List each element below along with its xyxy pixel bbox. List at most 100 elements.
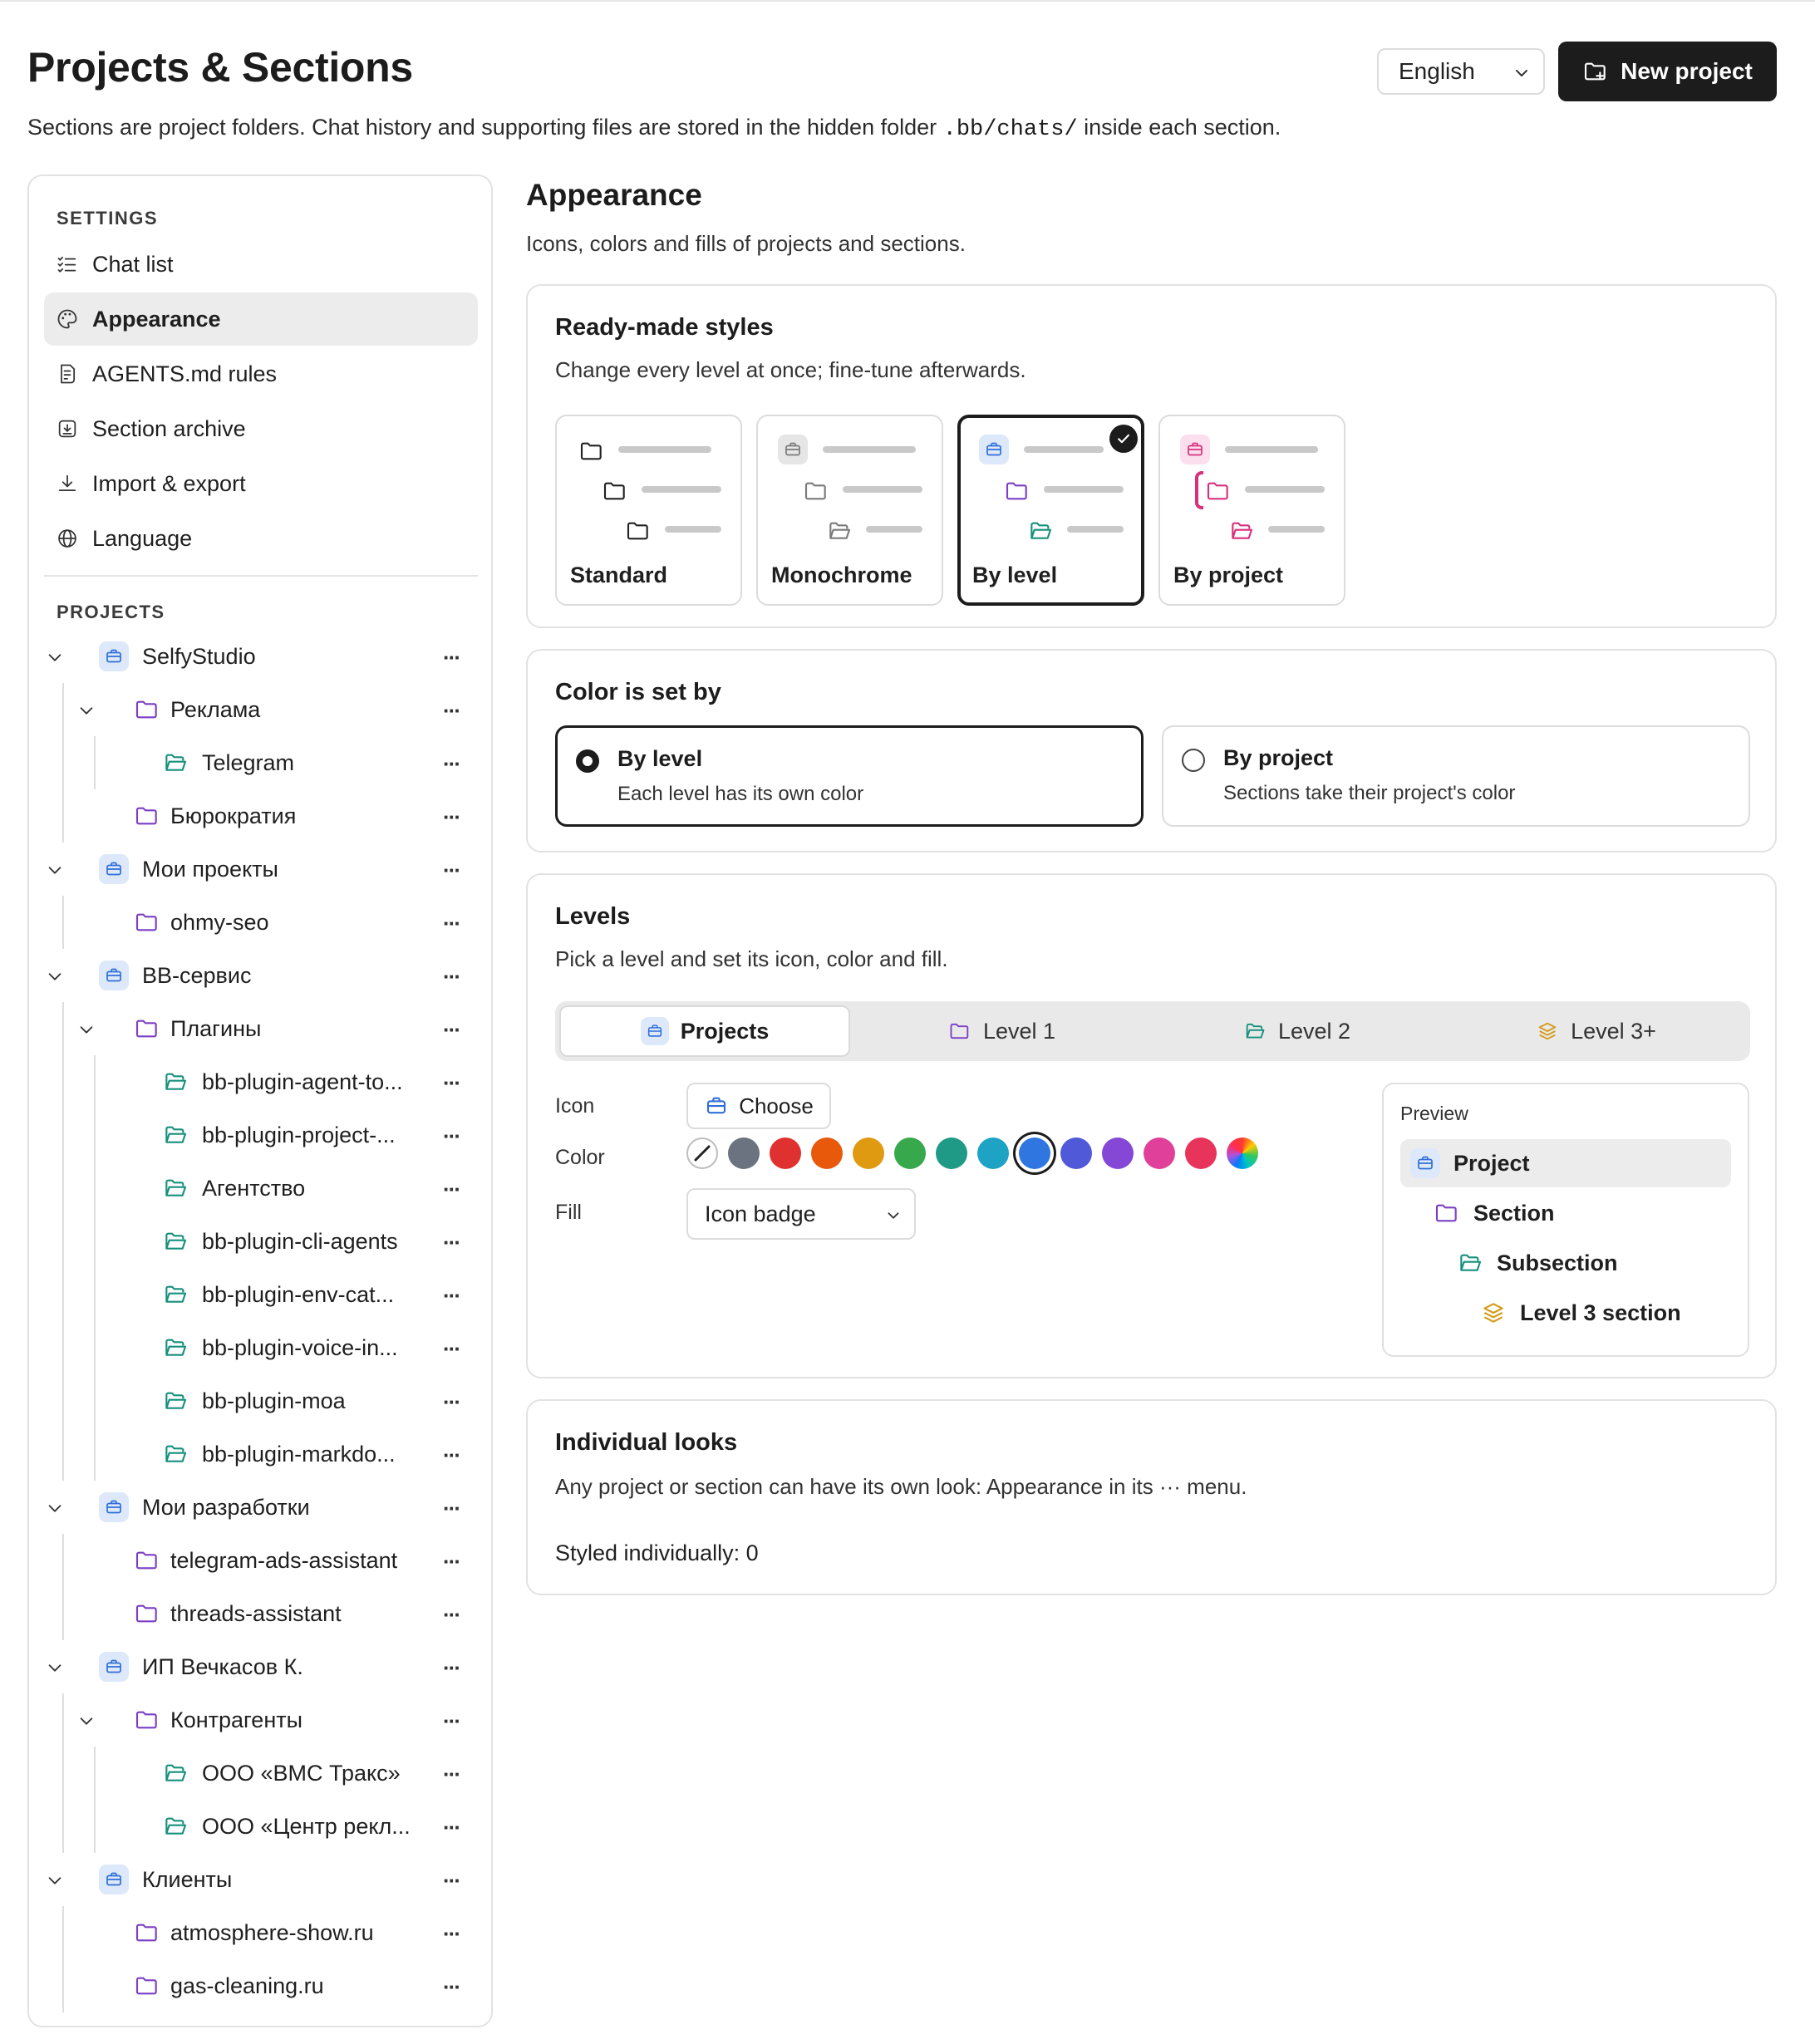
tree-section-row[interactable]: telegram-ads-assistant ··· — [29, 1534, 491, 1587]
language-select[interactable]: English — [1377, 48, 1545, 95]
tree-section-row[interactable]: gas-cleaning.ru ··· — [29, 1959, 491, 2012]
tree-project-row[interactable]: SelfyStudio ··· — [29, 630, 491, 683]
tab-level-3-plus[interactable]: Level 3+ — [1449, 1005, 1744, 1057]
swatch-color[interactable] — [1144, 1137, 1175, 1169]
more-options-icon[interactable]: ··· — [443, 1177, 461, 1202]
chevron-down-icon[interactable] — [46, 648, 64, 671]
swatch-color[interactable] — [770, 1137, 801, 1169]
swatch-color[interactable] — [936, 1137, 967, 1169]
swatch-color[interactable] — [1102, 1137, 1134, 1169]
tree-subsection-row[interactable]: bb-plugin-env-cat... ··· — [29, 1268, 491, 1321]
tree-subsection-row[interactable]: ООО «ВМС Тракс» ··· — [29, 1747, 491, 1800]
more-options-icon[interactable]: ··· — [443, 1442, 461, 1468]
new-project-button[interactable]: New project — [1558, 42, 1777, 101]
swatch-custom-color[interactable] — [1227, 1137, 1258, 1169]
more-options-icon[interactable]: ··· — [443, 1815, 461, 1840]
swatch-color[interactable] — [1185, 1137, 1217, 1169]
tree-item-label: Плагины — [170, 1016, 262, 1041]
tree-subsection-row[interactable]: bb-plugin-markdo... ··· — [29, 1427, 491, 1481]
page-subtitle: Sections are project folders. Chat histo… — [27, 115, 1281, 142]
more-options-icon[interactable]: ··· — [443, 911, 461, 936]
more-options-icon[interactable]: ··· — [443, 1761, 461, 1787]
more-options-icon[interactable]: ··· — [443, 645, 461, 671]
choose-icon-button[interactable]: Choose — [686, 1083, 831, 1129]
style-tile-by-project[interactable]: By project — [1158, 415, 1345, 606]
nav-chat-list[interactable]: Chat list — [44, 238, 478, 291]
chevron-down-icon[interactable] — [77, 1712, 96, 1734]
chevron-down-icon[interactable] — [46, 1871, 64, 1894]
more-options-icon[interactable]: ··· — [443, 1017, 461, 1043]
swatch-none[interactable] — [686, 1137, 718, 1169]
nav-appearance[interactable]: Appearance — [44, 292, 478, 346]
tree-section-row[interactable]: Плагины ··· — [29, 1002, 491, 1055]
nav-agents-rules[interactable]: AGENTS.md rules — [44, 347, 478, 400]
more-options-icon[interactable]: ··· — [443, 1283, 461, 1309]
more-options-icon[interactable]: ··· — [443, 751, 461, 777]
tree-subsection-row[interactable]: ООО «Центр рекл... ··· — [29, 1800, 491, 1853]
swatch-color[interactable] — [853, 1137, 884, 1169]
style-tile-standard[interactable]: Standard — [555, 415, 742, 606]
chevron-down-icon[interactable] — [77, 1020, 96, 1043]
more-options-icon[interactable]: ··· — [443, 1974, 461, 2000]
chevron-down-icon[interactable] — [46, 967, 64, 990]
swatch-color-selected[interactable] — [1019, 1137, 1050, 1169]
more-options-icon[interactable]: ··· — [443, 1655, 461, 1681]
chevron-down-icon[interactable] — [46, 1658, 64, 1681]
style-tile-by-level[interactable]: By level — [957, 415, 1144, 606]
more-options-icon[interactable]: ··· — [443, 1389, 461, 1415]
nav-language[interactable]: Language — [44, 512, 478, 565]
more-options-icon[interactable]: ··· — [443, 1123, 461, 1149]
tree-section-row[interactable]: threads-assistant ··· — [29, 1587, 491, 1640]
tree-section-row[interactable]: ohmy-seo ··· — [29, 896, 491, 949]
more-options-icon[interactable]: ··· — [443, 1496, 461, 1521]
chevron-down-icon[interactable] — [46, 1499, 64, 1521]
tree-project-row[interactable]: ИП Вечкасов К. ··· — [29, 1640, 491, 1693]
tree-section-row[interactable]: Контрагенты ··· — [29, 1693, 491, 1747]
more-options-icon[interactable]: ··· — [443, 1708, 461, 1734]
tree-item-label: bb-plugin-project-... — [202, 1123, 396, 1147]
more-options-icon[interactable]: ··· — [443, 1868, 461, 1894]
more-options-icon[interactable]: ··· — [443, 1602, 461, 1628]
briefcase-badge — [99, 1652, 129, 1682]
swatch-color[interactable] — [728, 1137, 760, 1169]
fill-select[interactable]: Icon badge — [686, 1188, 916, 1240]
tab-level-1[interactable]: Level 1 — [858, 1005, 1145, 1057]
swatch-color[interactable] — [811, 1137, 843, 1169]
tree-section-row[interactable]: Реклама ··· — [29, 683, 491, 736]
swatch-color[interactable] — [1060, 1137, 1092, 1169]
swatch-color[interactable] — [894, 1137, 926, 1169]
radio-by-project[interactable]: By project Sections take their project's… — [1162, 725, 1750, 827]
more-options-icon[interactable]: ··· — [443, 698, 461, 724]
tree-section-row[interactable]: atmosphere-show.ru ··· — [29, 1906, 491, 1959]
more-options-icon[interactable]: ··· — [443, 1549, 461, 1575]
more-options-icon[interactable]: ··· — [443, 1070, 461, 1096]
more-options-icon[interactable]: ··· — [443, 964, 461, 990]
chevron-down-icon[interactable] — [77, 701, 96, 724]
tree-project-row[interactable]: Мои разработки ··· — [29, 1481, 491, 1534]
more-options-icon[interactable]: ··· — [443, 857, 461, 883]
more-options-icon[interactable]: ··· — [443, 804, 461, 830]
radio-by-level[interactable]: By level Each level has its own color — [555, 725, 1144, 827]
tree-subsection-row[interactable]: Агентство ··· — [29, 1162, 491, 1215]
more-options-icon[interactable]: ··· — [443, 1336, 461, 1362]
tree-project-row[interactable]: BB-сервис ··· — [29, 949, 491, 1002]
nav-import-export[interactable]: Import & export — [44, 457, 478, 510]
chevron-down-icon[interactable] — [46, 861, 64, 883]
tree-subsection-row[interactable]: bb-plugin-cli-agents ··· — [29, 1215, 491, 1268]
more-options-icon[interactable]: ··· — [443, 1921, 461, 1947]
nav-section-archive[interactable]: Section archive — [44, 402, 478, 455]
tree-section-row[interactable]: Бюрократия ··· — [29, 789, 491, 843]
tab-level-2[interactable]: Level 2 — [1153, 1005, 1440, 1057]
tree-subsection-row[interactable]: bb-plugin-project-... ··· — [29, 1108, 491, 1162]
style-tile-monochrome[interactable]: Monochrome — [756, 415, 943, 606]
tree-subsection-row[interactable]: Telegram ··· — [29, 736, 491, 789]
tree-subsection-row[interactable]: bb-plugin-moa ··· — [29, 1374, 491, 1427]
tab-projects[interactable]: Projects — [559, 1005, 850, 1057]
more-options-icon[interactable]: ··· — [443, 1230, 461, 1255]
top-border — [0, 0, 1815, 2]
tree-project-row[interactable]: Мои проекты ··· — [29, 843, 491, 896]
tree-project-row[interactable]: Клиенты ··· — [29, 1853, 491, 1906]
swatch-color[interactable] — [977, 1137, 1009, 1169]
tree-subsection-row[interactable]: bb-plugin-agent-to... ··· — [29, 1055, 491, 1108]
tree-subsection-row[interactable]: bb-plugin-voice-in... ··· — [29, 1321, 491, 1374]
